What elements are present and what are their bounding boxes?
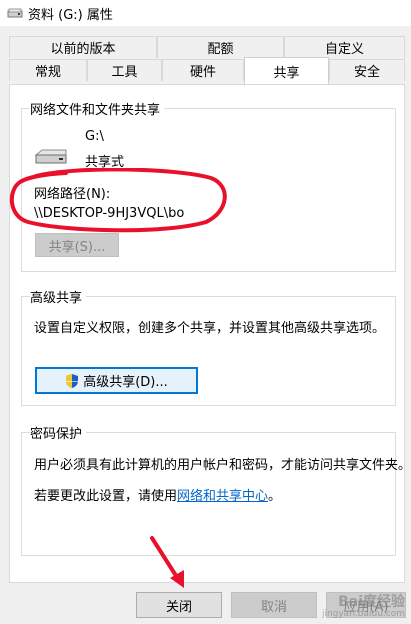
drive-share-status: 共享式	[85, 155, 125, 170]
tab-security[interactable]: 安全	[329, 59, 405, 81]
drive-icon	[7, 8, 23, 18]
tab-hardware[interactable]: 硬件	[162, 59, 244, 81]
network-path-label: 网络路径(N):	[34, 187, 111, 202]
drive-name: G:\	[85, 129, 104, 144]
advanced-share-button[interactable]: 高级共享(D)...	[35, 367, 198, 394]
drive-icon	[34, 149, 67, 164]
advanced-share-description: 设置自定义权限，创建多个共享，并设置其他高级共享选项。	[34, 321, 386, 336]
title-bar[interactable]: 资料 (G:) 属性	[0, 0, 411, 26]
tab-previous-versions[interactable]: 以前的版本	[9, 36, 157, 58]
baidu-watermark: Bai度经验 jingyan.baidu.com	[321, 593, 405, 620]
share-button[interactable]: 共享(S)...	[35, 233, 119, 257]
tab-customize[interactable]: 自定义	[284, 36, 405, 58]
tab-general[interactable]: 常规	[9, 59, 87, 81]
tab-tools[interactable]: 工具	[87, 59, 162, 81]
password-protection-description: 用户必须具有此计算机的用户帐户和密码，才能访问共享文件夹。	[34, 458, 411, 473]
window-title: 资料 (G:) 属性	[28, 8, 113, 23]
password-change-hint: 若要更改此设置，请使用网络和共享中心。	[34, 489, 282, 504]
tab-sharing[interactable]: 共享	[244, 57, 329, 84]
cancel-button[interactable]: 取消	[231, 592, 317, 618]
advanced-share-group-title: 高级共享	[30, 287, 87, 306]
sharing-panel: 网络文件和文件夹共享 G:\ 共享式 网络路径(N): \\DESKTOP-9H…	[9, 84, 411, 583]
network-path-value[interactable]: \\DESKTOP-9HJ3VQL\bo	[34, 206, 184, 221]
network-sharing-center-link[interactable]: 网络和共享中心	[177, 489, 268, 504]
tab-quota[interactable]: 配额	[157, 36, 284, 58]
password-protection-group-title: 密码保护	[30, 423, 87, 442]
network-share-group-title: 网络文件和文件夹共享	[30, 99, 165, 118]
uac-shield-icon	[66, 373, 79, 388]
close-button[interactable]: 关闭	[136, 592, 222, 618]
